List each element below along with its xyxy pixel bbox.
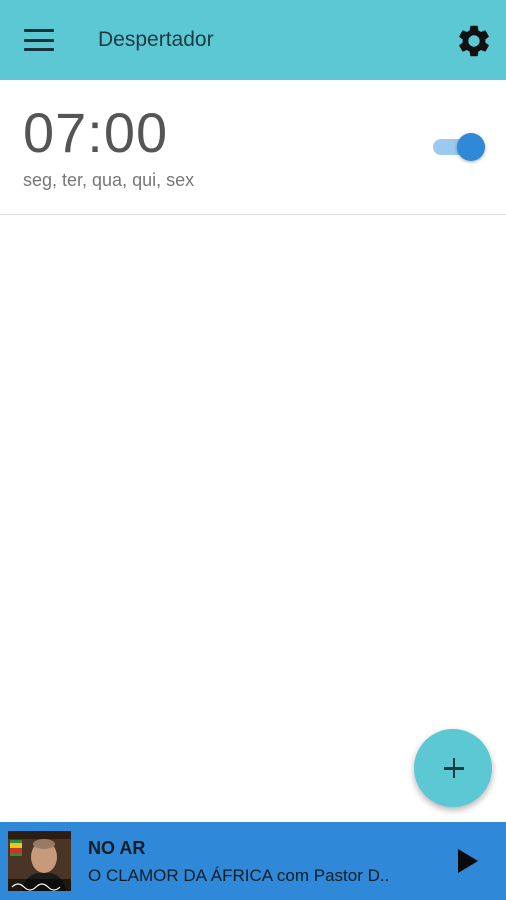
program-title: O CLAMOR DA ÁFRICA com Pastor D.. bbox=[88, 866, 390, 885]
hamburger-menu-icon[interactable] bbox=[22, 27, 56, 53]
play-icon[interactable] bbox=[450, 844, 484, 878]
alarm-time: 07:00 bbox=[23, 101, 169, 164]
program-cover-image bbox=[8, 831, 71, 891]
page-title: Despertador bbox=[98, 28, 214, 51]
toggle-thumb bbox=[457, 133, 485, 161]
add-alarm-button[interactable] bbox=[414, 729, 492, 807]
gear-icon[interactable] bbox=[455, 22, 493, 60]
app-bar: Despertador bbox=[0, 0, 506, 80]
alarm-toggle[interactable] bbox=[433, 131, 485, 163]
alarm-days: seg, ter, qua, qui, sex bbox=[23, 170, 195, 190]
player-status: NO AR bbox=[88, 838, 146, 858]
radio-player-bar[interactable]: NO AR O CLAMOR DA ÁFRICA com Pastor D.. bbox=[0, 822, 506, 900]
alarm-list-item[interactable]: 07:00 seg, ter, qua, qui, sex bbox=[0, 80, 506, 215]
